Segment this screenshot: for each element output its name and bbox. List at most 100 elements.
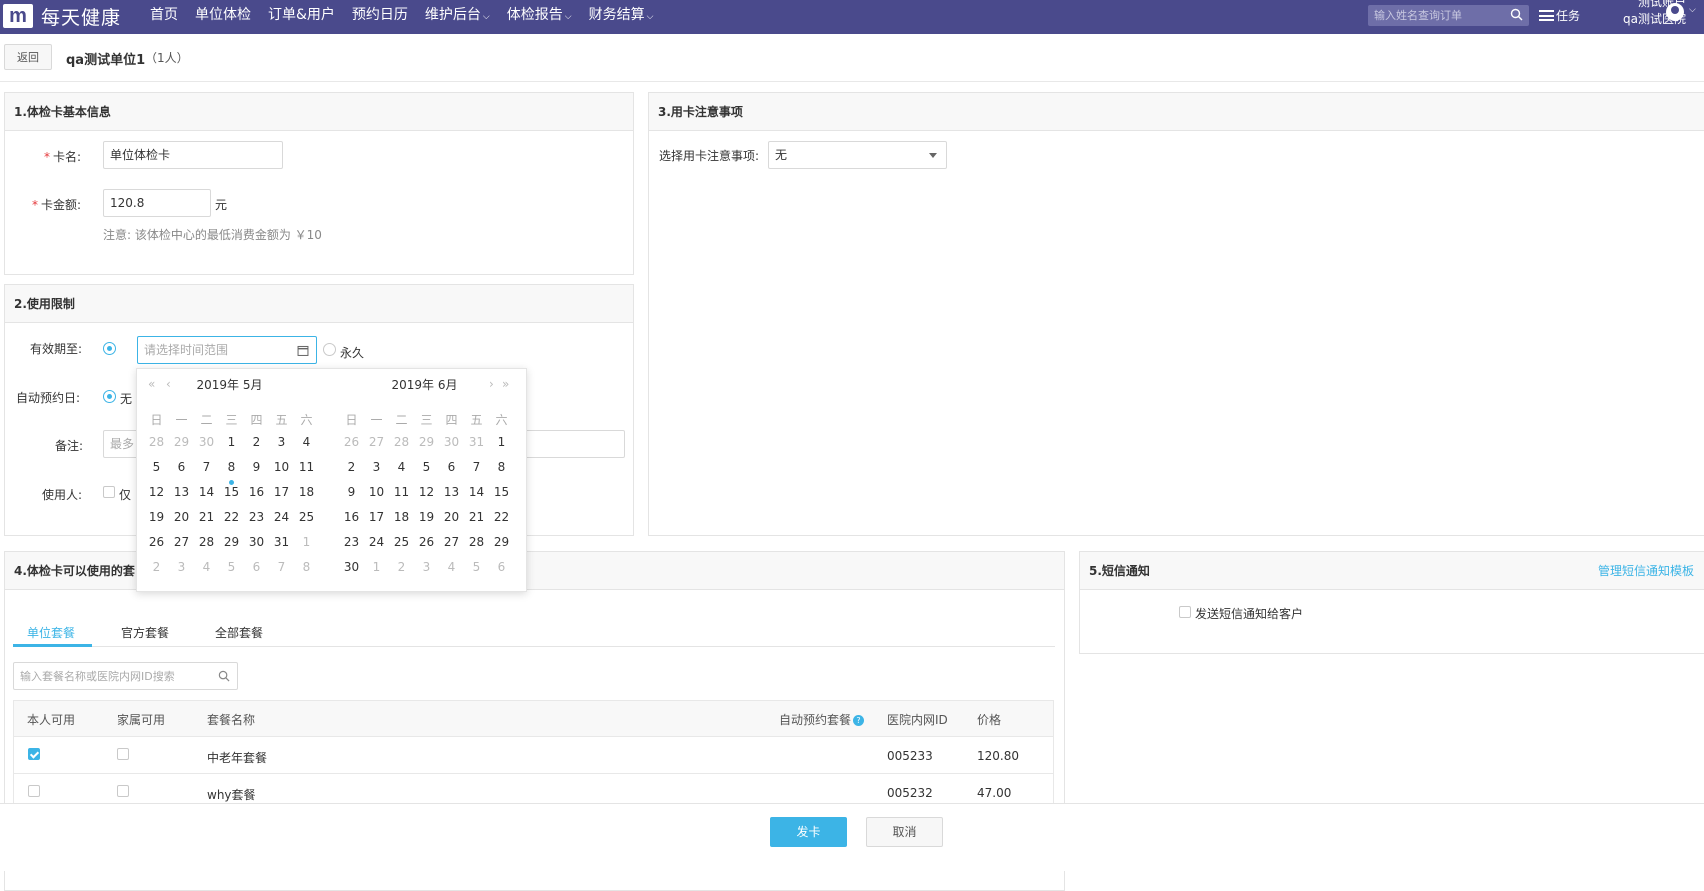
calendar-day[interactable]: 7: [464, 460, 489, 474]
calendar-day[interactable]: 2: [339, 460, 364, 474]
notes-select[interactable]: 无: [768, 141, 947, 169]
calendar-day[interactable]: 1: [294, 535, 319, 549]
calendar-day[interactable]: 3: [269, 435, 294, 449]
calendar-day[interactable]: 31: [464, 435, 489, 449]
issue-card-button[interactable]: 发卡: [770, 817, 847, 847]
calendar-day[interactable]: 30: [439, 435, 464, 449]
calendar-day[interactable]: 19: [144, 510, 169, 524]
calendar-day[interactable]: 10: [364, 485, 389, 499]
calendar-day[interactable]: 31: [269, 535, 294, 549]
date-range-input[interactable]: 请选择时间范围: [137, 336, 317, 364]
calendar-day[interactable]: 29: [489, 535, 514, 549]
calendar-day[interactable]: 19: [414, 510, 439, 524]
card-name-input[interactable]: 单位体检卡: [103, 141, 283, 169]
calendar-day[interactable]: 20: [439, 510, 464, 524]
calendar-day[interactable]: 3: [169, 560, 194, 574]
calendar-day[interactable]: 9: [244, 460, 269, 474]
search-icon[interactable]: [1510, 8, 1523, 21]
calendar-day[interactable]: 15: [219, 480, 244, 499]
auto-book-none-radio[interactable]: [103, 390, 116, 403]
card-amount-input[interactable]: 120.8: [103, 189, 211, 217]
calendar-day[interactable]: 3: [414, 560, 439, 574]
calendar-day[interactable]: 29: [414, 435, 439, 449]
calendar-day[interactable]: 27: [169, 535, 194, 549]
valid-range-radio[interactable]: [103, 342, 116, 355]
calendar-day[interactable]: 21: [464, 510, 489, 524]
calendar-day[interactable]: 17: [364, 510, 389, 524]
calendar-day[interactable]: 29: [169, 435, 194, 449]
calendar-day[interactable]: 20: [169, 510, 194, 524]
calendar-day[interactable]: 26: [144, 535, 169, 549]
avatar[interactable]: [1666, 3, 1684, 21]
calendar-day[interactable]: 12: [144, 485, 169, 499]
calendar-day[interactable]: 1: [489, 435, 514, 449]
calendar-day[interactable]: 12: [414, 485, 439, 499]
calendar-day[interactable]: 2: [144, 560, 169, 574]
brand-logo[interactable]: m 每天健康: [3, 2, 121, 30]
nav-item-1[interactable]: 单位体检: [195, 4, 251, 24]
calendar-day[interactable]: 28: [464, 535, 489, 549]
calendar-day[interactable]: 25: [389, 535, 414, 549]
calendar-day[interactable]: 15: [489, 485, 514, 499]
back-button[interactable]: 返回: [4, 44, 52, 70]
nav-item-3[interactable]: 预约日历: [352, 4, 408, 24]
calendar-day[interactable]: 30: [244, 535, 269, 549]
calendar-day[interactable]: 28: [144, 435, 169, 449]
nav-item-0[interactable]: 首页: [150, 4, 178, 24]
calendar-day[interactable]: 17: [269, 485, 294, 499]
calendar-day[interactable]: 11: [389, 485, 414, 499]
help-icon[interactable]: ?: [853, 715, 865, 726]
calendar-day[interactable]: 30: [194, 435, 219, 449]
tab-official-packages[interactable]: 官方套餐: [121, 624, 169, 641]
calendar-day[interactable]: 26: [339, 435, 364, 449]
calendar-day[interactable]: 2: [389, 560, 414, 574]
calendar-day[interactable]: 3: [364, 460, 389, 474]
calendar-day[interactable]: 7: [194, 460, 219, 474]
calendar-day[interactable]: 4: [194, 560, 219, 574]
next-year-icon[interactable]: »: [502, 377, 509, 391]
calendar-day[interactable]: 13: [439, 485, 464, 499]
nav-item-5[interactable]: 体检报告 ⌵: [507, 4, 572, 24]
calendar-day[interactable]: 24: [269, 510, 294, 524]
nav-item-6[interactable]: 财务结算 ⌵: [589, 4, 654, 24]
tab-unit-packages[interactable]: 单位套餐: [27, 624, 75, 641]
nav-item-4[interactable]: 维护后台 ⌵: [425, 4, 490, 24]
calendar-day[interactable]: 16: [244, 485, 269, 499]
calendar-day[interactable]: 24: [364, 535, 389, 549]
calendar-day[interactable]: 6: [244, 560, 269, 574]
prev-year-icon[interactable]: «: [148, 377, 155, 391]
package-search-input[interactable]: 输入套餐名称或医院内网ID搜索: [13, 662, 238, 690]
calendar-day[interactable]: 22: [219, 510, 244, 524]
tasks-button[interactable]: 任务: [1539, 7, 1580, 24]
calendar-day[interactable]: 8: [219, 460, 244, 474]
calendar-day[interactable]: 5: [464, 560, 489, 574]
tab-all-packages[interactable]: 全部套餐: [215, 624, 263, 641]
calendar-day[interactable]: 9: [339, 485, 364, 499]
calendar-day[interactable]: 14: [464, 485, 489, 499]
calendar-day[interactable]: 30: [339, 560, 364, 574]
calendar-day[interactable]: 23: [339, 535, 364, 549]
row-family-checkbox[interactable]: [117, 748, 129, 760]
calendar-day[interactable]: 1: [364, 560, 389, 574]
calendar-day[interactable]: 6: [489, 560, 514, 574]
calendar-day[interactable]: 18: [294, 485, 319, 499]
next-month-icon[interactable]: ›: [489, 377, 494, 391]
calendar-day[interactable]: 5: [219, 560, 244, 574]
calendar-day[interactable]: 28: [194, 535, 219, 549]
search-icon[interactable]: [218, 670, 230, 682]
calendar-day[interactable]: 1: [219, 435, 244, 449]
row-self-checkbox[interactable]: [28, 785, 40, 797]
chevron-down-icon[interactable]: ⌵: [1689, 5, 1696, 15]
calendar-day[interactable]: 10: [269, 460, 294, 474]
calendar-day[interactable]: 6: [169, 460, 194, 474]
calendar-day[interactable]: 22: [489, 510, 514, 524]
calendar-day[interactable]: 29: [219, 535, 244, 549]
calendar-day[interactable]: 4: [439, 560, 464, 574]
manage-sms-template-link[interactable]: 管理短信通知模板: [1598, 562, 1694, 579]
calendar-day[interactable]: 11: [294, 460, 319, 474]
calendar-day[interactable]: 14: [194, 485, 219, 499]
calendar-day[interactable]: 27: [364, 435, 389, 449]
calendar-day[interactable]: 13: [169, 485, 194, 499]
calendar-day[interactable]: 4: [389, 460, 414, 474]
self-only-checkbox[interactable]: [103, 486, 115, 498]
